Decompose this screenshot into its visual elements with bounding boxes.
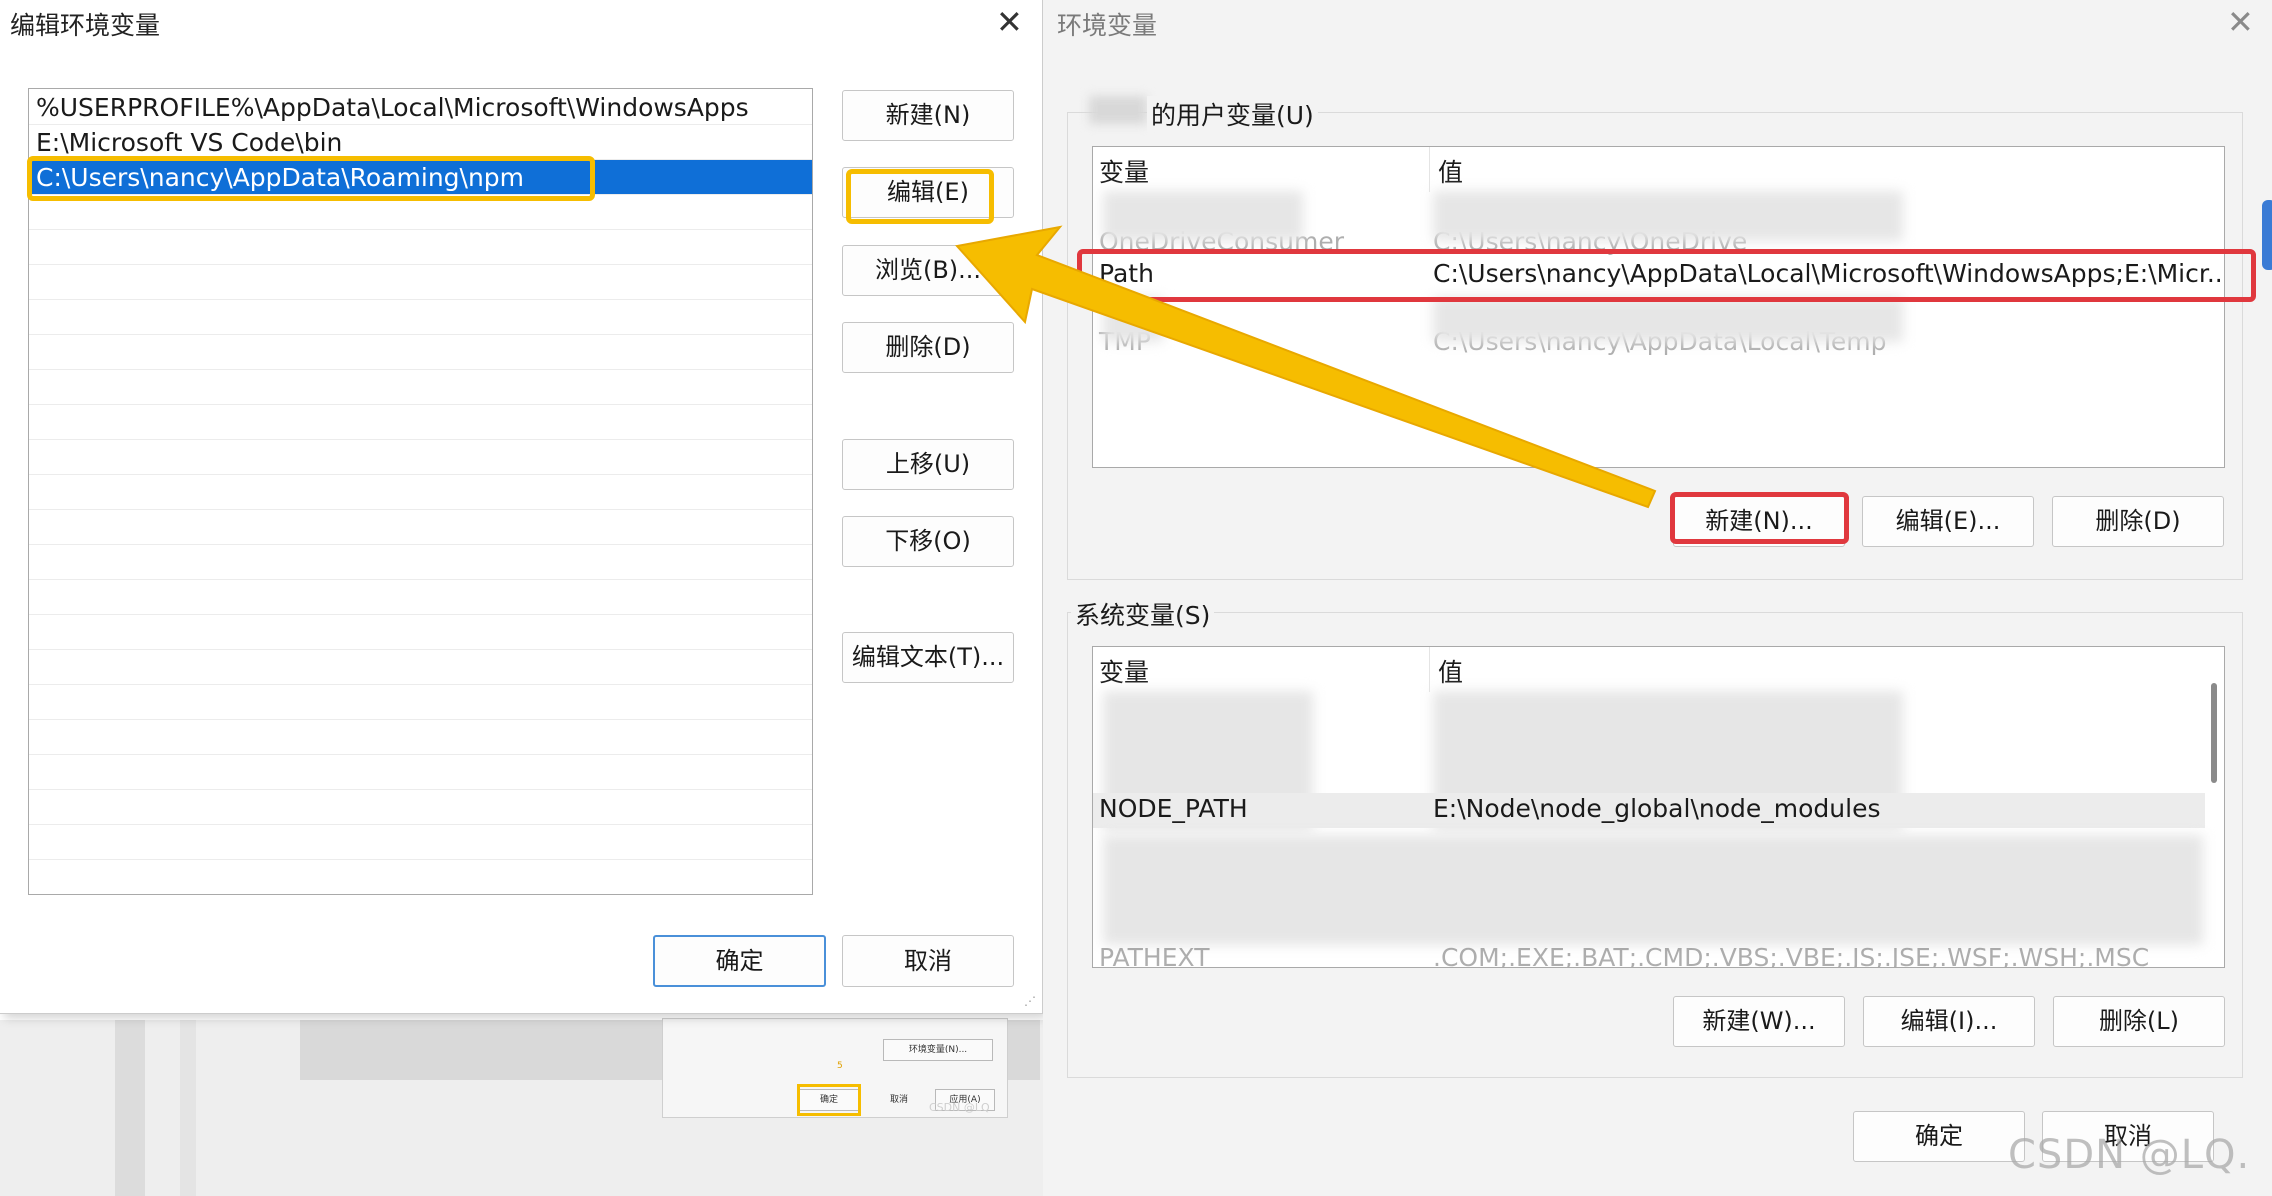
ok-button[interactable]: 确定 — [653, 935, 826, 987]
dialog-title: 环境变量 — [1057, 11, 1158, 40]
empty-row[interactable] — [29, 265, 812, 300]
redacted-region — [1433, 191, 1903, 241]
redacted-region — [1103, 835, 2203, 945]
background-env-button: 环境变量(N)... — [883, 1039, 993, 1061]
empty-row[interactable] — [29, 580, 812, 615]
new-button[interactable]: 新建(N) — [842, 90, 1014, 141]
browse-button[interactable]: 浏览(B)... — [842, 245, 1014, 296]
scrollbar-thumb[interactable] — [2211, 683, 2217, 783]
empty-row[interactable] — [29, 825, 812, 860]
background-ok-highlight — [797, 1084, 861, 1116]
redacted-region — [1433, 297, 1903, 342]
move-down-button[interactable]: 下移(O) — [842, 516, 1014, 567]
empty-row[interactable] — [29, 545, 812, 580]
empty-row[interactable] — [29, 685, 812, 720]
table-cell-value[interactable]: E:\Node\node_global\node_modules — [1433, 794, 1880, 823]
empty-row[interactable] — [29, 720, 812, 755]
empty-row[interactable] — [29, 510, 812, 545]
system-delete-button[interactable]: 删除(L) — [2053, 996, 2225, 1047]
table-cell-value[interactable]: .COM;.EXE;.BAT;.CMD;.VBS;.VBE;.JS;.JSE;.… — [1433, 943, 2149, 967]
column-divider — [1429, 647, 1430, 692]
empty-row[interactable] — [29, 370, 812, 405]
empty-row[interactable] — [29, 300, 812, 335]
list-item[interactable]: %USERPROFILE%\AppData\Local\Microsoft\Wi… — [29, 90, 812, 125]
background-step-number: 5 — [837, 1061, 843, 1071]
edit-text-button[interactable]: 编辑文本(T)... — [842, 632, 1014, 683]
redacted-region — [1103, 191, 1303, 241]
edit-env-dialog: 编辑环境变量 ✕ %USERPROFILE%\AppData\Local\Mic… — [0, 0, 1043, 1014]
column-header-variable[interactable]: 变量 — [1099, 153, 1149, 189]
table-row-node-path[interactable]: NODE_PATH — [1099, 794, 1248, 823]
empty-row[interactable] — [29, 230, 812, 265]
empty-row[interactable] — [29, 860, 812, 894]
column-divider — [1429, 147, 1430, 192]
system-new-button[interactable]: 新建(W)... — [1673, 996, 1845, 1047]
env-variables-dialog: 环境变量 ✕ 的用户变量(U) 变量 值 OneDriveConsumer C:… — [1043, 0, 2272, 1196]
empty-row[interactable] — [29, 790, 812, 825]
user-delete-button[interactable]: 删除(D) — [2052, 496, 2224, 547]
system-edit-button[interactable]: 编辑(I)... — [1863, 996, 2035, 1047]
background-cancel-button: 取消 — [889, 1095, 908, 1105]
column-header-value[interactable]: 值 — [1438, 153, 1463, 189]
move-up-button[interactable]: 上移(U) — [842, 439, 1014, 490]
redacted-username — [1089, 96, 1147, 124]
empty-row[interactable] — [29, 405, 812, 440]
empty-row[interactable] — [29, 755, 812, 790]
user-variables-table[interactable]: 变量 值 OneDriveConsumer C:\Users\nancy\One… — [1092, 146, 2225, 468]
background-bar — [180, 1020, 196, 1196]
list-item[interactable]: E:\Microsoft VS Code\bin — [29, 125, 812, 160]
user-variables-label: 的用户变量(U) — [1147, 96, 1318, 132]
cancel-button[interactable]: 取消 — [842, 935, 1014, 987]
empty-row[interactable] — [29, 440, 812, 475]
dialog-title: 编辑环境变量 — [10, 11, 161, 40]
background-bar — [115, 1020, 145, 1196]
column-header-value[interactable]: 值 — [1438, 653, 1463, 689]
selected-entry-highlight — [27, 156, 595, 201]
edit-button-highlight — [846, 169, 994, 224]
env-ok-button[interactable]: 确定 — [1853, 1111, 2025, 1162]
path-row-highlight — [1077, 249, 2256, 302]
empty-row[interactable] — [29, 615, 812, 650]
side-tab — [2262, 200, 2272, 270]
redacted-region — [1103, 297, 1163, 342]
system-variables-table[interactable]: 变量 值 NODE_PATH E:\Node\node_global\node_… — [1092, 646, 2225, 968]
column-header-variable[interactable]: 变量 — [1099, 653, 1149, 689]
empty-row[interactable] — [29, 475, 812, 510]
empty-row[interactable] — [29, 650, 812, 685]
user-edit-button[interactable]: 编辑(E)... — [1862, 496, 2034, 547]
system-variables-label: 系统变量(S) — [1071, 596, 1215, 632]
background-watermark: CSDN @LQ — [929, 1101, 990, 1114]
table-row[interactable]: PATHEXT — [1099, 943, 1209, 967]
empty-row[interactable] — [29, 335, 812, 370]
background-system-properties-dialog: 环境变量(N)... 5 确定 取消 应用(A) CSDN @LQ — [662, 1018, 1008, 1118]
close-icon[interactable]: ✕ — [996, 6, 1023, 38]
path-entry-list[interactable]: %USERPROFILE%\AppData\Local\Microsoft\Wi… — [28, 88, 813, 895]
close-icon[interactable]: ✕ — [2227, 6, 2254, 38]
new-button-highlight — [1670, 492, 1849, 544]
delete-button[interactable]: 删除(D) — [842, 322, 1014, 373]
resize-grip[interactable]: ⋰ — [1024, 994, 1036, 1008]
watermark: CSDN @LQ. — [2008, 1132, 2251, 1178]
